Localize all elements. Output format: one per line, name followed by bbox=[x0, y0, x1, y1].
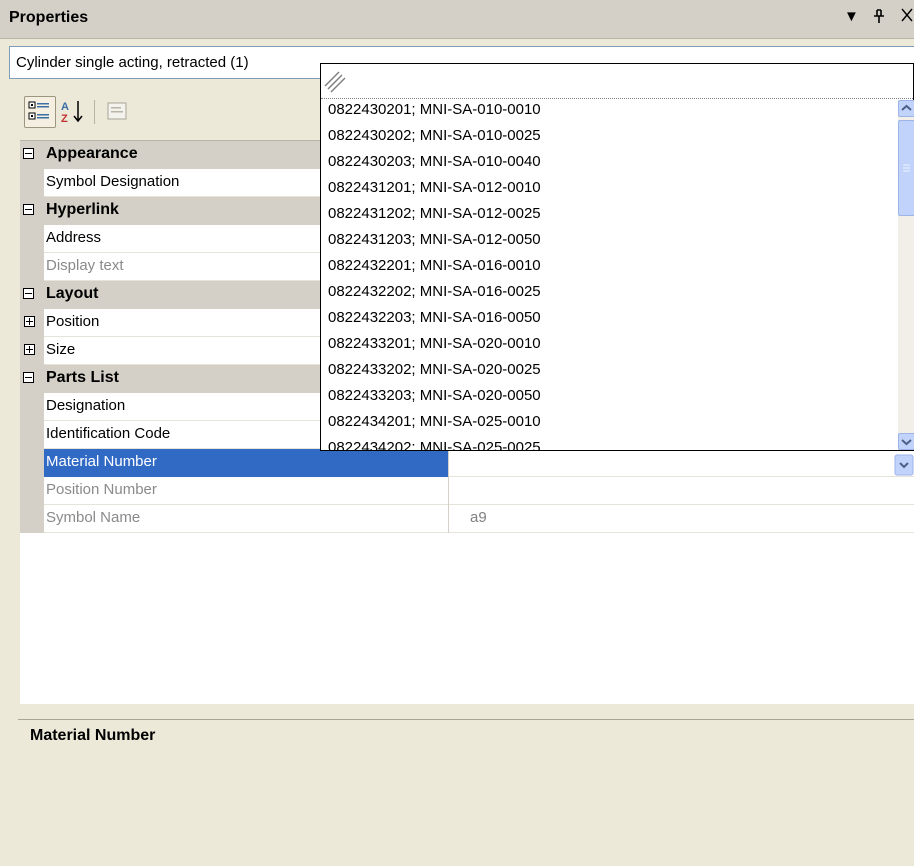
row-gutter bbox=[20, 225, 44, 253]
toolbar-separator bbox=[94, 100, 95, 124]
material-number-dropdown: 0822430201; MNI-SA-010-0010 0822430202; M… bbox=[320, 63, 914, 451]
expand-icon[interactable] bbox=[24, 344, 35, 355]
property-name: Symbol Designation bbox=[46, 173, 180, 190]
categorized-button[interactable] bbox=[24, 96, 56, 128]
pin-icon[interactable] bbox=[872, 8, 886, 28]
property-row[interactable]: Symbol Name a9 bbox=[20, 505, 914, 533]
property-name: Display text bbox=[46, 257, 124, 274]
dropdown-option[interactable]: 0822431201; MNI-SA-012-0010 bbox=[328, 179, 541, 205]
scroll-up-button[interactable] bbox=[898, 100, 914, 117]
chevron-up-icon bbox=[901, 104, 912, 111]
collapse-icon[interactable] bbox=[23, 372, 34, 383]
dropdown-filter-field[interactable] bbox=[321, 64, 914, 99]
object-selector-value: Cylinder single acting, retracted (1) bbox=[16, 54, 249, 71]
alphabetical-button[interactable]: A Z bbox=[58, 96, 90, 128]
row-gutter bbox=[20, 337, 44, 365]
dropdown-option[interactable]: 0822434202; MNI-SA-025-0025 bbox=[328, 439, 541, 450]
collapse-icon[interactable] bbox=[23, 148, 34, 159]
dropdown-list: 0822430201; MNI-SA-010-0010 0822430202; M… bbox=[321, 100, 896, 450]
scroll-thumb[interactable] bbox=[898, 120, 914, 216]
row-gutter bbox=[20, 477, 44, 505]
property-name: Symbol Name bbox=[46, 509, 141, 526]
property-name: Hyperlink bbox=[46, 201, 119, 218]
property-name: Size bbox=[46, 341, 76, 358]
property-name: Designation bbox=[46, 397, 126, 414]
dropdown-option[interactable]: 0822432202; MNI-SA-016-0025 bbox=[328, 283, 541, 309]
dropdown-option[interactable]: 0822434201; MNI-SA-025-0010 bbox=[328, 413, 541, 439]
row-gutter bbox=[20, 505, 44, 533]
row-gutter bbox=[20, 253, 44, 281]
expand-icon[interactable] bbox=[24, 316, 35, 327]
description-title: Material Number bbox=[30, 727, 156, 744]
dropdown-option[interactable]: 0822432201; MNI-SA-016-0010 bbox=[328, 257, 541, 283]
chevron-down-icon[interactable] bbox=[894, 454, 914, 476]
dropdown-option[interactable]: 0822432203; MNI-SA-016-0050 bbox=[328, 309, 541, 335]
close-icon[interactable] bbox=[900, 6, 914, 28]
property-name: Address bbox=[46, 229, 102, 246]
row-gutter bbox=[20, 309, 44, 337]
row-gutter bbox=[20, 169, 44, 197]
description-pane: Material Number bbox=[18, 719, 914, 866]
property-name: Appearance bbox=[46, 145, 138, 162]
dropdown-option[interactable]: 0822430202; MNI-SA-010-0025 bbox=[328, 127, 541, 153]
dropdown-option[interactable]: 0822431203; MNI-SA-012-0050 bbox=[328, 231, 541, 257]
sort-alphabetical-icon: A Z bbox=[61, 101, 83, 125]
property-name: Layout bbox=[46, 285, 99, 302]
svg-text:Z: Z bbox=[61, 113, 68, 125]
collapse-icon[interactable] bbox=[23, 288, 34, 299]
properties-panel: Properties ▼ Cylinder single acting, ret… bbox=[0, 0, 914, 866]
property-pages-icon bbox=[107, 102, 127, 120]
grip-icon bbox=[903, 164, 910, 172]
dropdown-option[interactable]: 0822433203; MNI-SA-020-0050 bbox=[328, 387, 541, 413]
dropdown-menu-icon[interactable]: ▼ bbox=[844, 8, 859, 25]
dropdown-scrollbar[interactable] bbox=[898, 100, 914, 450]
property-name: Identification Code bbox=[46, 425, 171, 442]
property-name: Position Number bbox=[46, 481, 157, 498]
collapse-icon[interactable] bbox=[23, 204, 34, 215]
property-row[interactable]: Material Number bbox=[20, 449, 914, 477]
row-gutter bbox=[20, 421, 44, 449]
column-divider[interactable] bbox=[448, 505, 449, 533]
property-name: Material Number bbox=[46, 453, 157, 470]
chevron-down-icon bbox=[901, 439, 912, 446]
dropdown-option[interactable]: 0822431202; MNI-SA-012-0025 bbox=[328, 205, 541, 231]
property-name: Parts List bbox=[46, 369, 119, 386]
column-divider[interactable] bbox=[448, 477, 449, 505]
scroll-down-button[interactable] bbox=[898, 433, 914, 450]
dropdown-option[interactable]: 0822433201; MNI-SA-020-0010 bbox=[328, 335, 541, 361]
dropdown-option[interactable]: 0822430203; MNI-SA-010-0040 bbox=[328, 153, 541, 179]
categorized-icon bbox=[28, 101, 49, 120]
resize-grip-icon[interactable] bbox=[323, 68, 349, 94]
svg-text:A: A bbox=[61, 101, 69, 113]
property-value[interactable]: a9 bbox=[470, 509, 487, 526]
dropdown-option[interactable]: 0822433202; MNI-SA-020-0025 bbox=[328, 361, 541, 387]
property-row[interactable]: Position Number bbox=[20, 477, 914, 505]
property-pages-button[interactable] bbox=[102, 96, 134, 128]
column-divider[interactable] bbox=[448, 449, 449, 477]
row-gutter bbox=[20, 449, 44, 477]
property-name: Position bbox=[46, 313, 100, 330]
panel-titlebar: Properties ▼ bbox=[0, 0, 914, 39]
row-gutter bbox=[20, 393, 44, 421]
dropdown-option[interactable]: 0822430201; MNI-SA-010-0010 bbox=[328, 101, 541, 127]
panel-title: Properties bbox=[9, 9, 89, 26]
